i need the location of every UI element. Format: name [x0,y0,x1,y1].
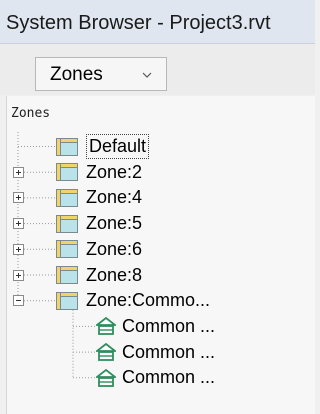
tree-item[interactable]: Zone:8 [7,263,316,288]
expand-icon[interactable] [13,269,24,281]
view-selector-value: Zones [50,64,103,85]
expand-icon[interactable] [13,243,24,255]
zone-icon [56,137,78,156]
collapse-icon[interactable] [13,295,24,307]
zone-icon [56,266,78,284]
expand-icon[interactable] [13,218,24,230]
zone-icon [56,214,78,233]
tree-item-label: Zone:5 [86,213,143,234]
tree-item[interactable]: Zone:5 [7,211,316,236]
tree-item[interactable]: Zone:Commo... [7,288,316,313]
window-titlebar: System Browser - Project3.rvt [0,0,315,44]
zone-icon [56,188,78,207]
space-icon [96,317,116,336]
tree-child-label: Common ... [122,341,216,362]
tree-child-item[interactable]: Common ... [7,340,316,365]
zone-icon [56,240,78,259]
tree-panel[interactable]: Zones Default Zone:2 Zone:4 Zone:5 Zone:6 Zon… [6,96,315,414]
expand-icon[interactable] [13,166,24,178]
view-selector-dropdown[interactable]: Zones [35,57,167,91]
zone-icon [56,291,78,310]
space-icon [96,343,116,361]
expand-icon[interactable] [13,192,24,204]
tree-child-label: Common ... [122,315,216,336]
tree-item-label: Zone:8 [86,264,143,285]
zone-icon [56,163,78,182]
tree-child-item[interactable]: Common ... [7,314,316,339]
tree-item-label: Zone:6 [86,238,143,259]
zone-tree[interactable]: Default Zone:2 Zone:4 Zone:5 Zone:6 Zone:8 Zon… [7,96,316,414]
tree-item[interactable]: Zone:6 [7,237,316,262]
tree-item[interactable]: Zone:4 [7,185,316,210]
tree-item[interactable]: Zone:2 [7,160,316,185]
tree-child-item[interactable]: Common ... [7,365,316,390]
tree-item-label: Default [86,134,150,159]
space-icon [96,368,116,387]
tree-item-label: Zone:Commo... [86,290,211,311]
tree-item-label: Zone:4 [86,187,143,208]
tree-item[interactable]: Default [7,134,316,159]
window-title: System Browser - Project3.rvt [6,12,271,34]
chevron-down-icon [142,72,152,78]
tree-item-label: Zone:2 [86,161,143,182]
tree-child-label: Common ... [122,367,216,388]
